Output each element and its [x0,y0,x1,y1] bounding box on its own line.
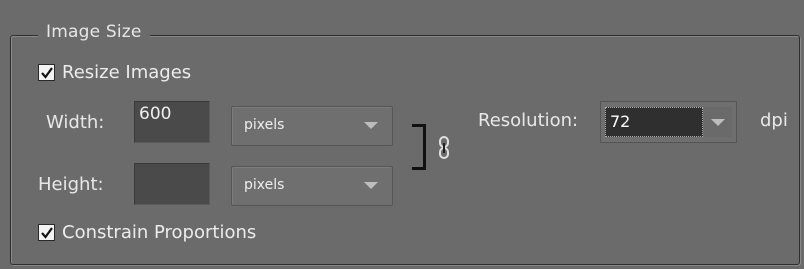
resolution-unit-label: dpi [760,110,788,131]
chevron-down-icon [364,182,378,189]
width-label: Width: [46,112,105,133]
resolution-label: Resolution: [478,110,579,131]
constrain-proportions-checkbox[interactable]: Constrain Proportions [38,222,256,243]
height-input[interactable] [134,163,210,205]
height-unit-dropdown[interactable]: pixels [231,166,393,206]
image-size-panel: Image Size Resize Images Width: 600 pixe… [0,0,804,269]
height-label: Height: [38,174,104,195]
width-unit-dropdown[interactable]: pixels [231,106,393,146]
chevron-down-icon [711,119,725,126]
group-title: Image Size [38,22,150,42]
width-input[interactable]: 600 [134,101,210,143]
constrain-link-bracket [412,124,426,170]
chevron-down-icon [364,122,378,129]
checkmark-icon [41,227,53,239]
checkmark-icon [41,67,53,79]
width-unit-value: pixels [244,117,285,133]
resize-images-label: Resize Images [62,62,192,83]
resolution-combobox[interactable]: 72 [600,101,737,143]
link-icon [438,136,450,164]
constrain-proportions-checkbox-box[interactable] [38,224,55,241]
resize-images-checkbox-box[interactable] [38,64,55,81]
height-unit-value: pixels [244,177,285,193]
constrain-proportions-label: Constrain Proportions [62,222,257,243]
resize-images-checkbox[interactable]: Resize Images [38,62,191,83]
resolution-dropdown-button[interactable] [704,107,732,137]
resolution-input[interactable]: 72 [605,107,703,137]
